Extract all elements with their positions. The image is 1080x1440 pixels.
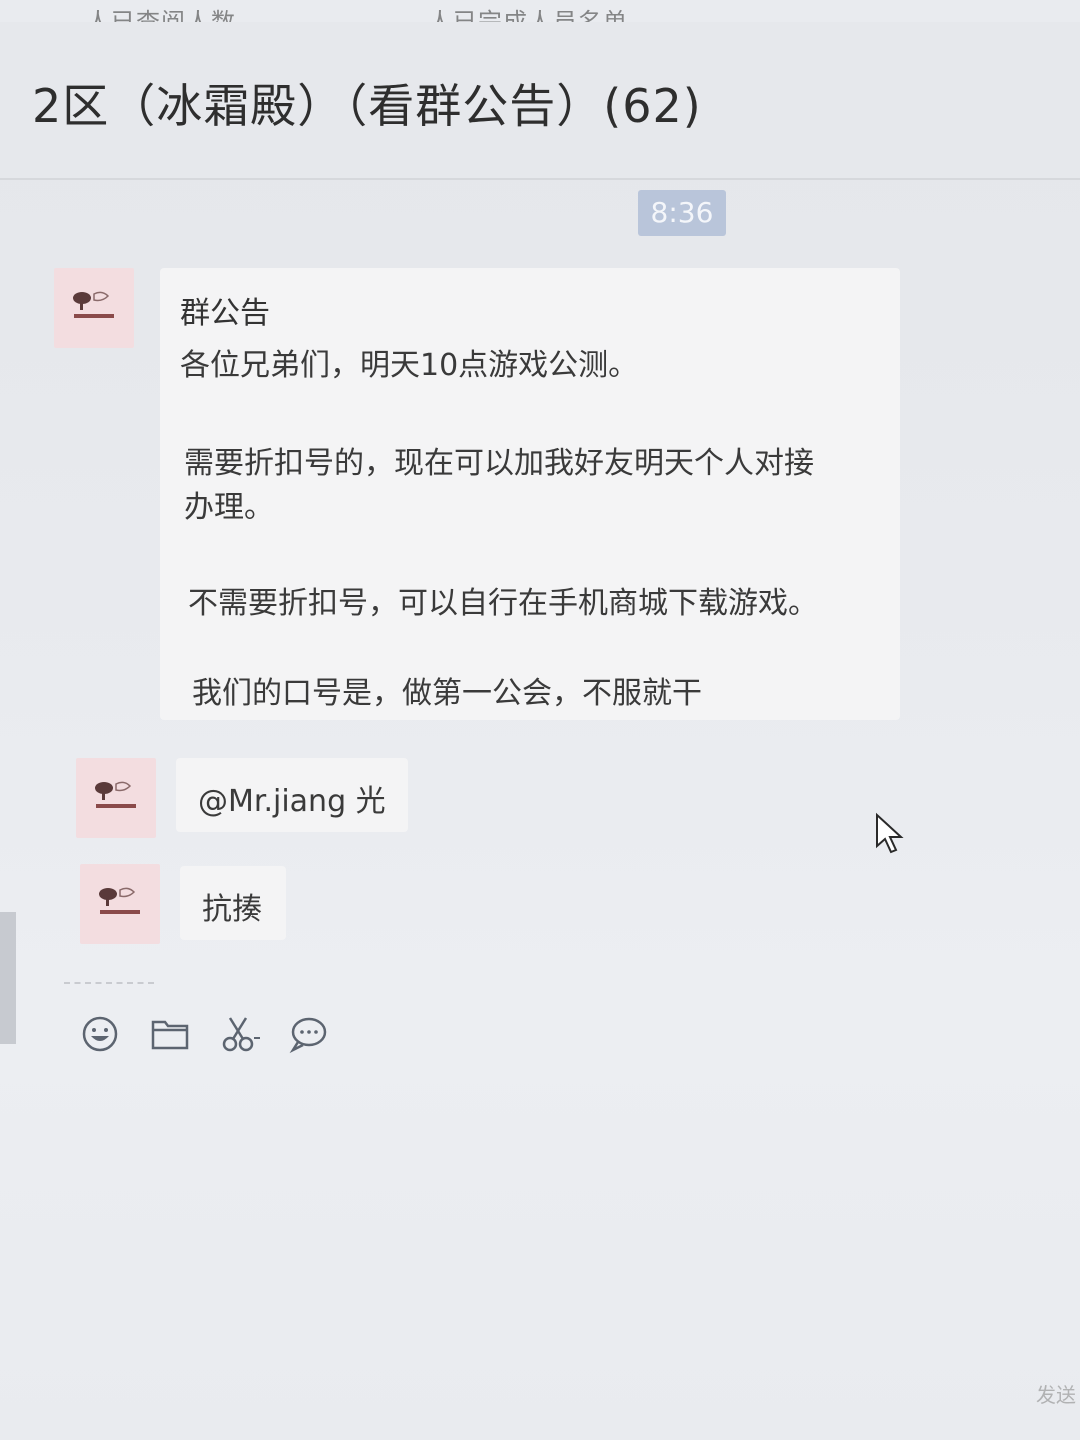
top-strip-left-text: 人已查阅人数: [86, 8, 236, 22]
message-text: @Mr.jiang 光: [198, 784, 386, 819]
announcement-line: 各位兄弟们，明天10点游戏公测。: [180, 348, 639, 383]
top-strip: 人已查阅人数 人已完成人员名单: [0, 0, 1080, 22]
avatar[interactable]: [76, 758, 156, 838]
send-button[interactable]: 发送: [1036, 1379, 1076, 1408]
announcement-line: 办理。: [184, 490, 274, 525]
message-timestamp: 8:36: [638, 190, 726, 236]
input-toolbar: [78, 1012, 358, 1058]
top-strip-right-text: 人已完成人员名单: [428, 8, 628, 22]
guild-logo-icon: [73, 291, 114, 318]
chat-title[interactable]: 2区（冰霜殿）（看群公告）(62): [32, 70, 702, 136]
guild-logo-icon: [95, 781, 136, 808]
chat-bubble-icon[interactable]: [286, 1012, 330, 1056]
announcement-line: 不需要折扣号，可以自行在手机商城下载游戏。: [188, 586, 818, 621]
message-bubble[interactable]: 抗揍: [180, 866, 286, 940]
guild-logo-icon: [99, 887, 140, 914]
divider: [64, 982, 154, 986]
folder-icon[interactable]: [148, 1012, 192, 1056]
mouse-cursor-icon: [876, 812, 904, 854]
avatar[interactable]: [54, 268, 134, 348]
message-bubble[interactable]: @Mr.jiang 光: [176, 758, 408, 832]
emoji-icon[interactable]: [78, 1012, 122, 1056]
avatar[interactable]: [80, 864, 160, 944]
message-text: 抗揍: [202, 892, 262, 927]
announcement-line: 需要折扣号的，现在可以加我好友明天个人对接: [184, 446, 814, 481]
scissors-icon[interactable]: [218, 1012, 262, 1056]
announcement-bubble[interactable]: 群公告 各位兄弟们，明天10点游戏公测。 需要折扣号的，现在可以加我好友明天个人…: [160, 268, 900, 720]
announcement-heading: 群公告: [180, 296, 270, 331]
announcement-line: 我们的口号是，做第一公会，不服就干: [192, 676, 702, 711]
chat-header: 2区（冰霜殿）（看群公告）(62): [0, 22, 1080, 180]
scrollbar[interactable]: [0, 912, 16, 1044]
